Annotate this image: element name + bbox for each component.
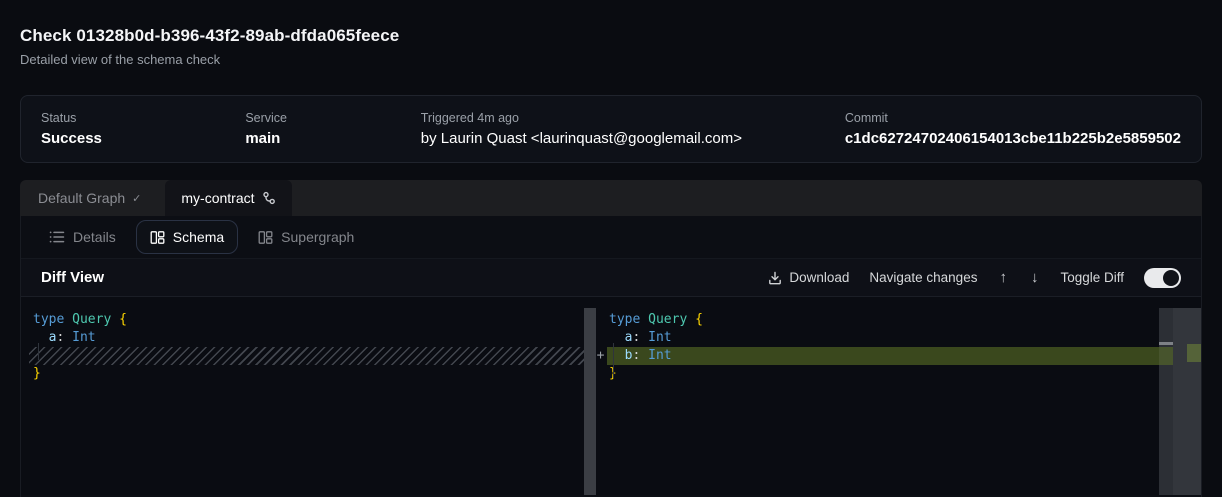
triggered-column: Triggered 4m ago by Laurin Quast <laurin… bbox=[421, 111, 845, 147]
previous-change-button[interactable]: ↑ bbox=[997, 269, 1009, 286]
code-line: a: Int bbox=[607, 329, 1173, 347]
scrollbar-slider-edge bbox=[1159, 342, 1173, 345]
service-value: main bbox=[245, 130, 420, 147]
tab-schema-label: Schema bbox=[173, 229, 224, 245]
diff-spacer-line bbox=[29, 347, 584, 365]
check-icon: ✓ bbox=[132, 192, 141, 205]
toggle-diff-label: Toggle Diff bbox=[1060, 270, 1124, 285]
code-line: type Query { bbox=[29, 311, 584, 329]
schema-diff-editor[interactable]: type Query { a: Int} + type Query { a: I… bbox=[21, 297, 1201, 495]
navigate-changes-label: Navigate changes bbox=[869, 270, 977, 285]
download-icon bbox=[768, 271, 782, 285]
download-button[interactable]: Download bbox=[768, 270, 849, 285]
code-line: } bbox=[607, 365, 1173, 383]
check-detail-panel: Details Schema Supergraph bbox=[20, 216, 1202, 497]
tab-default-graph[interactable]: Default Graph ✓ bbox=[38, 180, 153, 216]
arrow-down-icon: ↓ bbox=[1031, 269, 1039, 286]
indent-guide bbox=[613, 343, 614, 378]
service-column: Service main bbox=[245, 111, 420, 147]
tab-details-label: Details bbox=[73, 229, 116, 245]
tab-my-contract[interactable]: my-contract bbox=[165, 180, 291, 216]
tab-default-graph-label: Default Graph bbox=[38, 190, 125, 206]
schema-check-page: Check 01328b0d-b396-43f2-89ab-dfda065fee… bbox=[0, 0, 1222, 497]
diff-added-line: b: Int bbox=[607, 347, 1173, 365]
code-line: a: Int bbox=[29, 329, 584, 347]
view-tab-bar: Details Schema Supergraph bbox=[21, 216, 1201, 258]
triggered-label: Triggered 4m ago bbox=[421, 111, 845, 125]
added-line-gutter: + bbox=[593, 347, 608, 365]
tab-details[interactable]: Details bbox=[35, 220, 130, 254]
panels-layout-icon bbox=[258, 230, 273, 245]
indent-guide bbox=[38, 343, 39, 360]
tab-schema[interactable]: Schema bbox=[136, 220, 238, 254]
page-subtitle: Detailed view of the schema check bbox=[20, 52, 399, 67]
diff-pane-after[interactable]: type Query { a: Int b: Int} bbox=[607, 311, 1173, 383]
tab-supergraph-label: Supergraph bbox=[281, 229, 354, 245]
diff-view-title: Diff View bbox=[21, 269, 104, 286]
check-meta-card: Status Success Service main Triggered 4m… bbox=[20, 95, 1202, 163]
right-pane-scrollbar[interactable] bbox=[1159, 308, 1173, 495]
tab-supergraph[interactable]: Supergraph bbox=[244, 220, 368, 254]
diff-pane-before[interactable]: type Query { a: Int} bbox=[29, 311, 584, 383]
commit-label: Commit bbox=[845, 111, 1181, 125]
left-pane-scrollbar[interactable] bbox=[584, 308, 596, 495]
added-line-scrollbar-tint bbox=[1159, 347, 1173, 365]
service-label: Service bbox=[245, 111, 420, 125]
arrow-up-icon: ↑ bbox=[999, 269, 1007, 286]
graph-tab-bar: Default Graph ✓ my-contract bbox=[20, 180, 1202, 216]
diff-controls: Download Navigate changes ↑ ↓ Toggle Dif… bbox=[768, 268, 1181, 288]
diff-toolbar: Diff View Download Navigate changes ↑ ↓ … bbox=[21, 258, 1201, 297]
list-icon bbox=[49, 230, 65, 244]
minimap[interactable] bbox=[1173, 308, 1201, 495]
minimap-added-marker bbox=[1187, 344, 1201, 362]
panels-layout-icon bbox=[150, 230, 165, 245]
commit-column: Commit c1dc62724702406154013cbe11b225b2e… bbox=[845, 111, 1181, 147]
page-header: Check 01328b0d-b396-43f2-89ab-dfda065fee… bbox=[20, 26, 399, 67]
download-label: Download bbox=[789, 270, 849, 285]
page-title: Check 01328b0d-b396-43f2-89ab-dfda065fee… bbox=[20, 26, 399, 46]
commit-value: c1dc62724702406154013cbe11b225b2e5859502 bbox=[845, 130, 1181, 147]
status-column: Status Success bbox=[41, 111, 245, 147]
tab-my-contract-label: my-contract bbox=[181, 190, 254, 206]
contract-branch-icon bbox=[262, 191, 276, 205]
status-value: Success bbox=[41, 130, 245, 147]
code-line: } bbox=[29, 365, 584, 383]
toggle-diff-switch[interactable] bbox=[1144, 268, 1181, 288]
next-change-button[interactable]: ↓ bbox=[1029, 269, 1041, 286]
toggle-thumb bbox=[1163, 270, 1179, 286]
code-line: type Query { bbox=[607, 311, 1173, 329]
status-label: Status bbox=[41, 111, 245, 125]
triggered-value: by Laurin Quast <laurinquast@googlemail.… bbox=[421, 130, 845, 147]
